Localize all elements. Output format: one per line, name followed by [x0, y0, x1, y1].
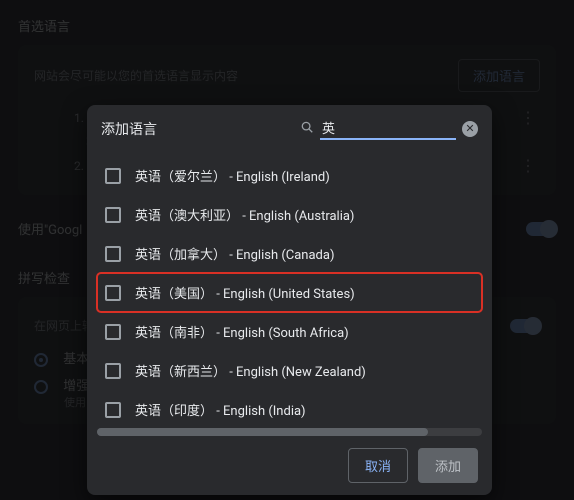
language-option[interactable]: 英语（加拿大） - English (Canada) — [97, 234, 482, 273]
search-field: ✕ — [300, 117, 478, 140]
language-option-label: 英语（印度） - English (India) — [135, 400, 306, 419]
language-option-label: 英语（爱尔兰） - English (Ireland) — [135, 166, 330, 185]
language-option-label: 英语（南非） - English (South Africa) — [135, 322, 349, 341]
add-button[interactable]: 添加 — [418, 448, 478, 483]
language-list: 英语（爱尔兰） - English (Ireland) 英语（澳大利亚） - En… — [87, 150, 492, 428]
search-icon — [300, 120, 314, 138]
add-language-dialog: 添加语言 ✕ 英语（爱尔兰） - English (Ireland) 英语（澳大利… — [87, 105, 492, 495]
cancel-button[interactable]: 取消 — [348, 448, 408, 483]
dialog-header: 添加语言 ✕ — [87, 105, 492, 150]
checkbox-icon[interactable] — [105, 324, 121, 340]
language-option[interactable]: 英语（南非） - English (South Africa) — [97, 312, 482, 351]
language-option-label: 英语（美国） - English (United States) — [135, 283, 355, 302]
search-input[interactable] — [320, 117, 456, 140]
language-option-label: 英语（新西兰） - English (New Zealand) — [135, 361, 366, 380]
dialog-footer: 取消 添加 — [87, 438, 492, 495]
language-option-label: 英语（加拿大） - English (Canada) — [135, 244, 335, 263]
language-option[interactable]: 英语（澳大利亚） - English (Australia) — [97, 195, 482, 234]
dialog-title: 添加语言 — [101, 119, 157, 139]
language-option[interactable]: 英语（爱尔兰） - English (Ireland) — [97, 156, 482, 195]
checkbox-icon[interactable] — [105, 207, 121, 223]
language-option-label: 英语（澳大利亚） - English (Australia) — [135, 205, 354, 224]
checkbox-icon[interactable] — [105, 285, 121, 301]
clear-search-icon[interactable]: ✕ — [462, 121, 478, 137]
checkbox-icon[interactable] — [105, 402, 121, 418]
checkbox-icon[interactable] — [105, 168, 121, 184]
language-option[interactable]: 英语（美国） - English (United States) — [97, 273, 482, 312]
language-option[interactable]: 英语（印度） - English (India) — [97, 390, 482, 428]
horizontal-scrollbar[interactable] — [97, 428, 482, 436]
checkbox-icon[interactable] — [105, 363, 121, 379]
language-option[interactable]: 英语（新西兰） - English (New Zealand) — [97, 351, 482, 390]
checkbox-icon[interactable] — [105, 246, 121, 262]
